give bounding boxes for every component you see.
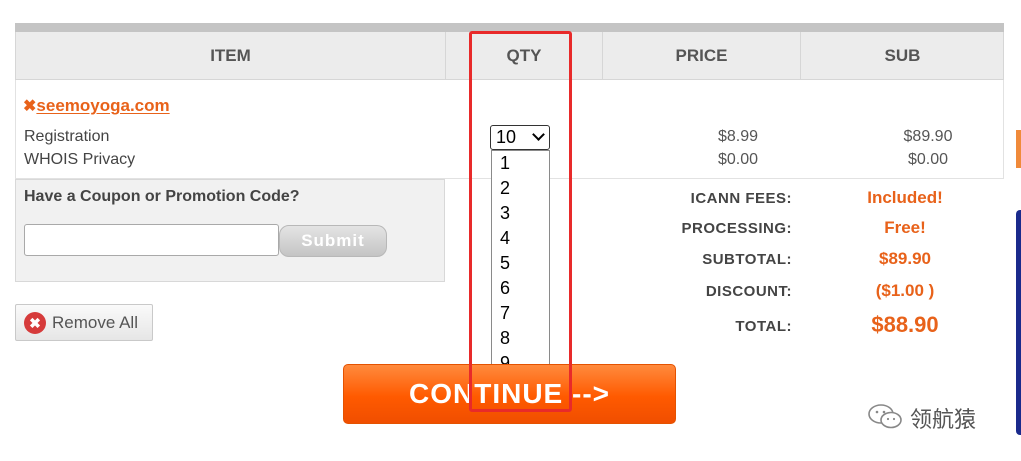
registration-sub: $89.90 bbox=[903, 128, 953, 145]
whois-price: $0.00 bbox=[717, 151, 759, 168]
remove-all-icon: ✖ bbox=[24, 312, 46, 334]
watermark-text: 领航猿 bbox=[910, 408, 977, 433]
chevron-down-icon bbox=[532, 128, 545, 141]
wechat-icon bbox=[868, 404, 902, 429]
side-accent-blue bbox=[1016, 210, 1021, 435]
remove-item-icon[interactable]: ✖ bbox=[23, 98, 36, 115]
subtotal-value: $89.90 bbox=[879, 249, 931, 268]
coupon-code-input[interactable] bbox=[24, 224, 279, 256]
watermark: 领航猿 bbox=[866, 400, 996, 433]
quantity-option[interactable]: 4 bbox=[492, 226, 549, 251]
icann-fees-label: ICANN FEES: bbox=[690, 190, 792, 207]
subtotal-label: SUBTOTAL: bbox=[702, 251, 792, 268]
coupon-submit-button[interactable]: Submit bbox=[279, 225, 387, 257]
remove-all-button[interactable]: ✖ Remove All bbox=[15, 304, 153, 341]
cart-table-header: ITEM QTY PRICE SUB bbox=[15, 32, 1004, 80]
continue-label: CONTINUE --> bbox=[409, 378, 610, 409]
quantity-option[interactable]: 1 bbox=[492, 151, 549, 176]
domain-name-link[interactable]: seemoyoga.com bbox=[36, 96, 169, 115]
header-qty: QTY bbox=[446, 32, 603, 79]
top-divider-bar bbox=[15, 23, 1004, 32]
icann-fees-value: Included! bbox=[867, 188, 943, 207]
header-price: PRICE bbox=[603, 32, 801, 79]
registration-price: $8.99 bbox=[717, 128, 759, 145]
side-accent-orange bbox=[1016, 130, 1021, 168]
header-item: ITEM bbox=[16, 32, 446, 79]
processing-label: PROCESSING: bbox=[681, 220, 792, 237]
quantity-option[interactable]: 3 bbox=[492, 201, 549, 226]
header-sub: SUB bbox=[884, 46, 921, 65]
quantity-option[interactable]: 7 bbox=[492, 301, 549, 326]
quantity-option[interactable]: 2 bbox=[492, 176, 549, 201]
quantity-option[interactable]: 8 bbox=[492, 326, 549, 351]
quantity-option[interactable]: 5 bbox=[492, 251, 549, 276]
processing-value: Free! bbox=[884, 218, 926, 237]
remove-all-label: Remove All bbox=[52, 313, 138, 332]
continue-button[interactable]: CONTINUE --> bbox=[343, 364, 676, 424]
coupon-title: Have a Coupon or Promotion Code? bbox=[24, 188, 300, 205]
discount-label: DISCOUNT: bbox=[705, 283, 792, 300]
whois-privacy-label: WHOIS Privacy bbox=[24, 151, 136, 168]
quantity-option[interactable]: 6 bbox=[492, 276, 549, 301]
quantity-select[interactable]: 10 bbox=[490, 125, 550, 150]
cart-item-domain: ✖seemoyoga.com bbox=[23, 96, 170, 116]
total-label: TOTAL: bbox=[735, 318, 792, 335]
discount-value: ($1.00 ) bbox=[875, 281, 935, 300]
registration-label: Registration bbox=[24, 128, 110, 145]
whois-sub: $0.00 bbox=[907, 151, 949, 168]
total-value: $88.90 bbox=[871, 312, 939, 337]
quantity-select-value: 10 bbox=[496, 127, 517, 147]
